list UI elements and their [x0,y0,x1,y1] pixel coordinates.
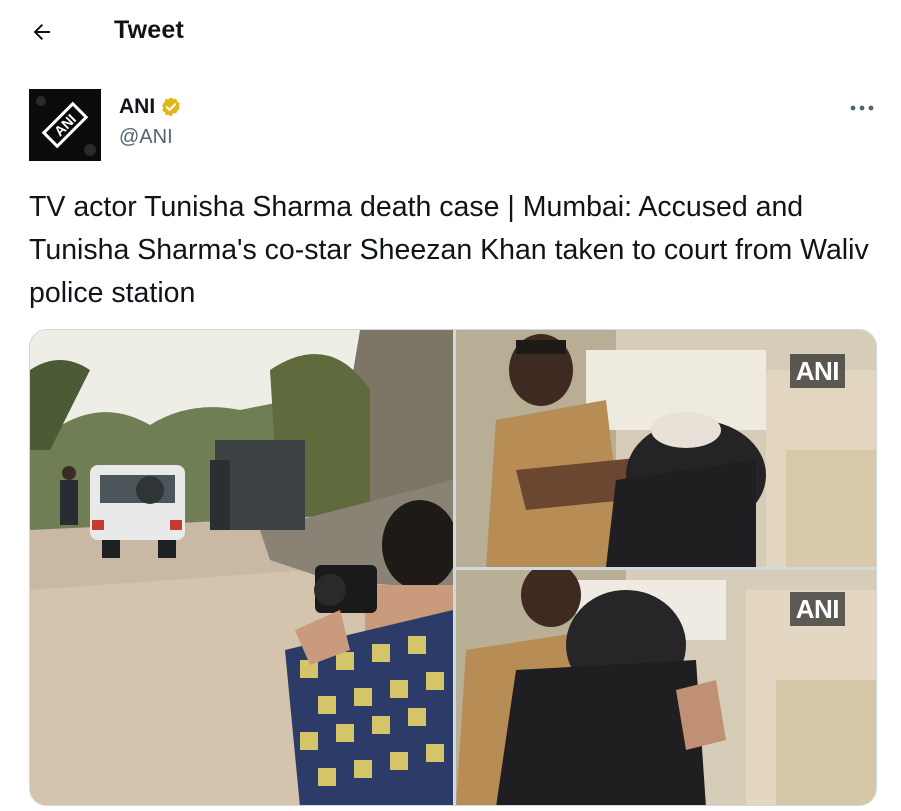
author-info: ANI @ANI [119,95,182,149]
avatar[interactable]: ANI [29,89,101,161]
more-horizontal-icon [850,105,874,111]
author-handle[interactable]: @ANI [119,126,182,149]
author-name[interactable]: ANI [119,95,155,119]
verified-badge-icon [162,97,180,117]
arrow-left-icon [33,24,50,40]
ani-logo: ANI [29,89,101,161]
media-photo-2[interactable]: ANI [456,330,876,567]
tweet-text: TV actor Tunisha Sharma death case | Mum… [29,191,869,309]
media-photo-3[interactable]: ANI [456,570,876,805]
ani-watermark: ANI [789,592,845,626]
back-button[interactable] [22,12,62,52]
street-scene-image [30,330,453,805]
page-title: Tweet [114,16,184,44]
tweet-media: ANI ANI [29,329,877,806]
ani-watermark: ANI [789,354,845,388]
media-photo-1[interactable] [30,330,453,805]
top-bar: Tweet [0,0,901,64]
more-button[interactable] [840,92,884,124]
